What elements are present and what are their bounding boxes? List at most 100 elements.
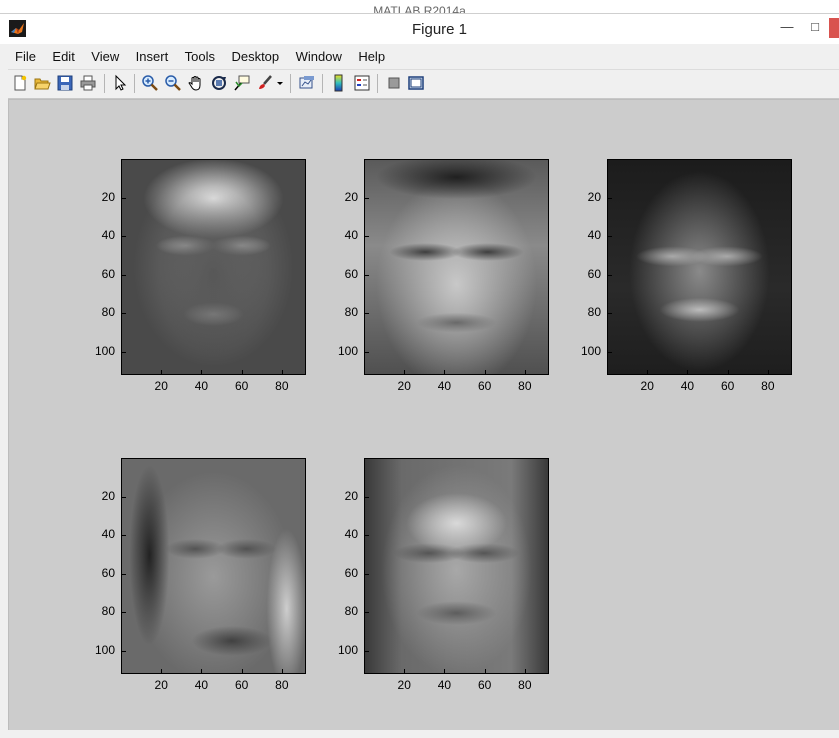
menu-bar: File Edit View Insert Tools Desktop Wind…: [8, 45, 839, 67]
y-tick-label: 40: [101, 228, 115, 243]
x-tick-mark: [241, 669, 243, 673]
x-tick-mark: [444, 669, 446, 673]
x-tick-label: 40: [194, 379, 209, 393]
pan-hand-icon[interactable]: [187, 74, 205, 92]
maximize-button[interactable]: □: [800, 18, 830, 38]
y-tick-mark: [365, 496, 369, 498]
figure-canvas[interactable]: 20 40 60 80 100 20 40 60 80 20 40 60 80 100 20 40 60 80 …: [8, 99, 839, 732]
y-tick-mark: [608, 351, 612, 353]
window-title: Figure 1: [411, 21, 468, 38]
x-tick-mark: [201, 669, 203, 673]
x-tick-label: 20: [154, 678, 168, 692]
menu-edit[interactable]: Edit: [46, 45, 80, 67]
y-tick-mark: [365, 313, 369, 315]
y-tick-label: 20: [344, 488, 358, 503]
x-tick-label: 60: [720, 379, 735, 393]
y-tick-label: 20: [101, 189, 115, 204]
insert-legend-icon[interactable]: [353, 74, 371, 92]
figure-window: Figure 1 — □ File Edit View Insert Tools…: [0, 13, 839, 738]
y-tick-mark: [365, 236, 369, 238]
y-tick-mark: [608, 236, 612, 238]
toolbar-separator: [322, 74, 323, 93]
open-file-icon[interactable]: [33, 74, 51, 92]
x-tick-label: 60: [234, 678, 249, 692]
y-tick-label: 60: [587, 266, 601, 281]
y-tick-label: 80: [101, 604, 115, 619]
rotate-3d-icon[interactable]: [210, 74, 228, 92]
y-tick-label: 80: [587, 305, 601, 320]
x-tick-label: 80: [518, 678, 532, 692]
minimize-button[interactable]: —: [772, 18, 802, 38]
hide-plot-tools-icon[interactable]: [385, 74, 403, 92]
title-bar[interactable]: Figure 1 — □: [0, 14, 839, 44]
menu-view[interactable]: View: [85, 45, 125, 67]
show-plot-tools-icon[interactable]: [407, 74, 425, 92]
x-tick-mark: [404, 669, 406, 673]
link-plot-icon[interactable]: [298, 74, 316, 92]
close-button[interactable]: [829, 18, 839, 38]
y-tick-mark: [122, 650, 126, 652]
menu-help[interactable]: Help: [352, 45, 391, 67]
menu-tools[interactable]: Tools: [179, 45, 221, 67]
y-tick-label: 100: [337, 642, 358, 657]
y-tick-mark: [608, 274, 612, 276]
x-tick-label: 80: [275, 678, 289, 692]
x-tick-mark: [201, 370, 203, 374]
x-tick-label: 40: [680, 379, 695, 393]
y-tick-label: 80: [344, 604, 358, 619]
y-tick-label: 100: [94, 642, 115, 657]
y-tick-mark: [122, 535, 126, 537]
zoom-in-icon[interactable]: [141, 74, 159, 92]
face-image-1: [121, 159, 306, 375]
brush-icon[interactable]: [256, 74, 274, 92]
x-tick-mark: [687, 370, 689, 374]
y-tick-mark: [365, 650, 369, 652]
y-tick-mark: [365, 535, 369, 537]
menu-desktop[interactable]: Desktop: [225, 45, 285, 67]
y-tick-mark: [122, 496, 126, 498]
y-tick-label: 60: [344, 266, 358, 281]
x-tick-label: 80: [518, 379, 532, 393]
y-tick-label: 80: [101, 305, 115, 320]
insert-colorbar-icon[interactable]: [330, 74, 348, 92]
x-tick-label: 60: [234, 379, 249, 393]
x-tick-mark: [484, 370, 486, 374]
x-tick-mark: [404, 370, 406, 374]
y-tick-label: 40: [101, 527, 115, 542]
edit-plot-arrow-icon[interactable]: [111, 74, 129, 92]
data-cursor-icon[interactable]: [233, 74, 251, 92]
face-image-4: [121, 458, 306, 674]
zoom-out-icon[interactable]: [164, 74, 182, 92]
y-tick-mark: [365, 274, 369, 276]
brush-dropdown-icon[interactable]: [276, 74, 284, 92]
x-tick-mark: [767, 370, 769, 374]
y-tick-label: 20: [344, 189, 358, 204]
face-image-2: [364, 159, 549, 375]
y-tick-mark: [122, 274, 126, 276]
y-tick-mark: [122, 197, 126, 199]
save-icon[interactable]: [56, 74, 74, 92]
x-tick-label: 80: [275, 379, 289, 393]
print-icon[interactable]: [79, 74, 97, 92]
face-image-5: [364, 458, 549, 674]
x-tick-label: 40: [437, 379, 452, 393]
y-tick-label: 40: [587, 228, 601, 243]
y-tick-label: 80: [344, 305, 358, 320]
y-tick-mark: [365, 612, 369, 614]
y-tick-label: 40: [344, 228, 358, 243]
x-tick-label: 20: [397, 678, 411, 692]
toolbar-separator: [134, 74, 135, 93]
y-tick-mark: [365, 351, 369, 353]
y-tick-label: 40: [344, 527, 358, 542]
y-tick-label: 100: [94, 343, 115, 358]
x-tick-label: 40: [194, 678, 209, 692]
menu-window[interactable]: Window: [290, 45, 348, 67]
menu-insert[interactable]: Insert: [130, 45, 175, 67]
menu-file[interactable]: File: [8, 45, 42, 67]
x-tick-mark: [524, 370, 526, 374]
figure-toolbar: [8, 69, 839, 99]
y-tick-label: 100: [580, 343, 601, 358]
x-tick-mark: [484, 669, 486, 673]
x-tick-mark: [444, 370, 446, 374]
new-figure-icon[interactable]: [11, 74, 29, 92]
